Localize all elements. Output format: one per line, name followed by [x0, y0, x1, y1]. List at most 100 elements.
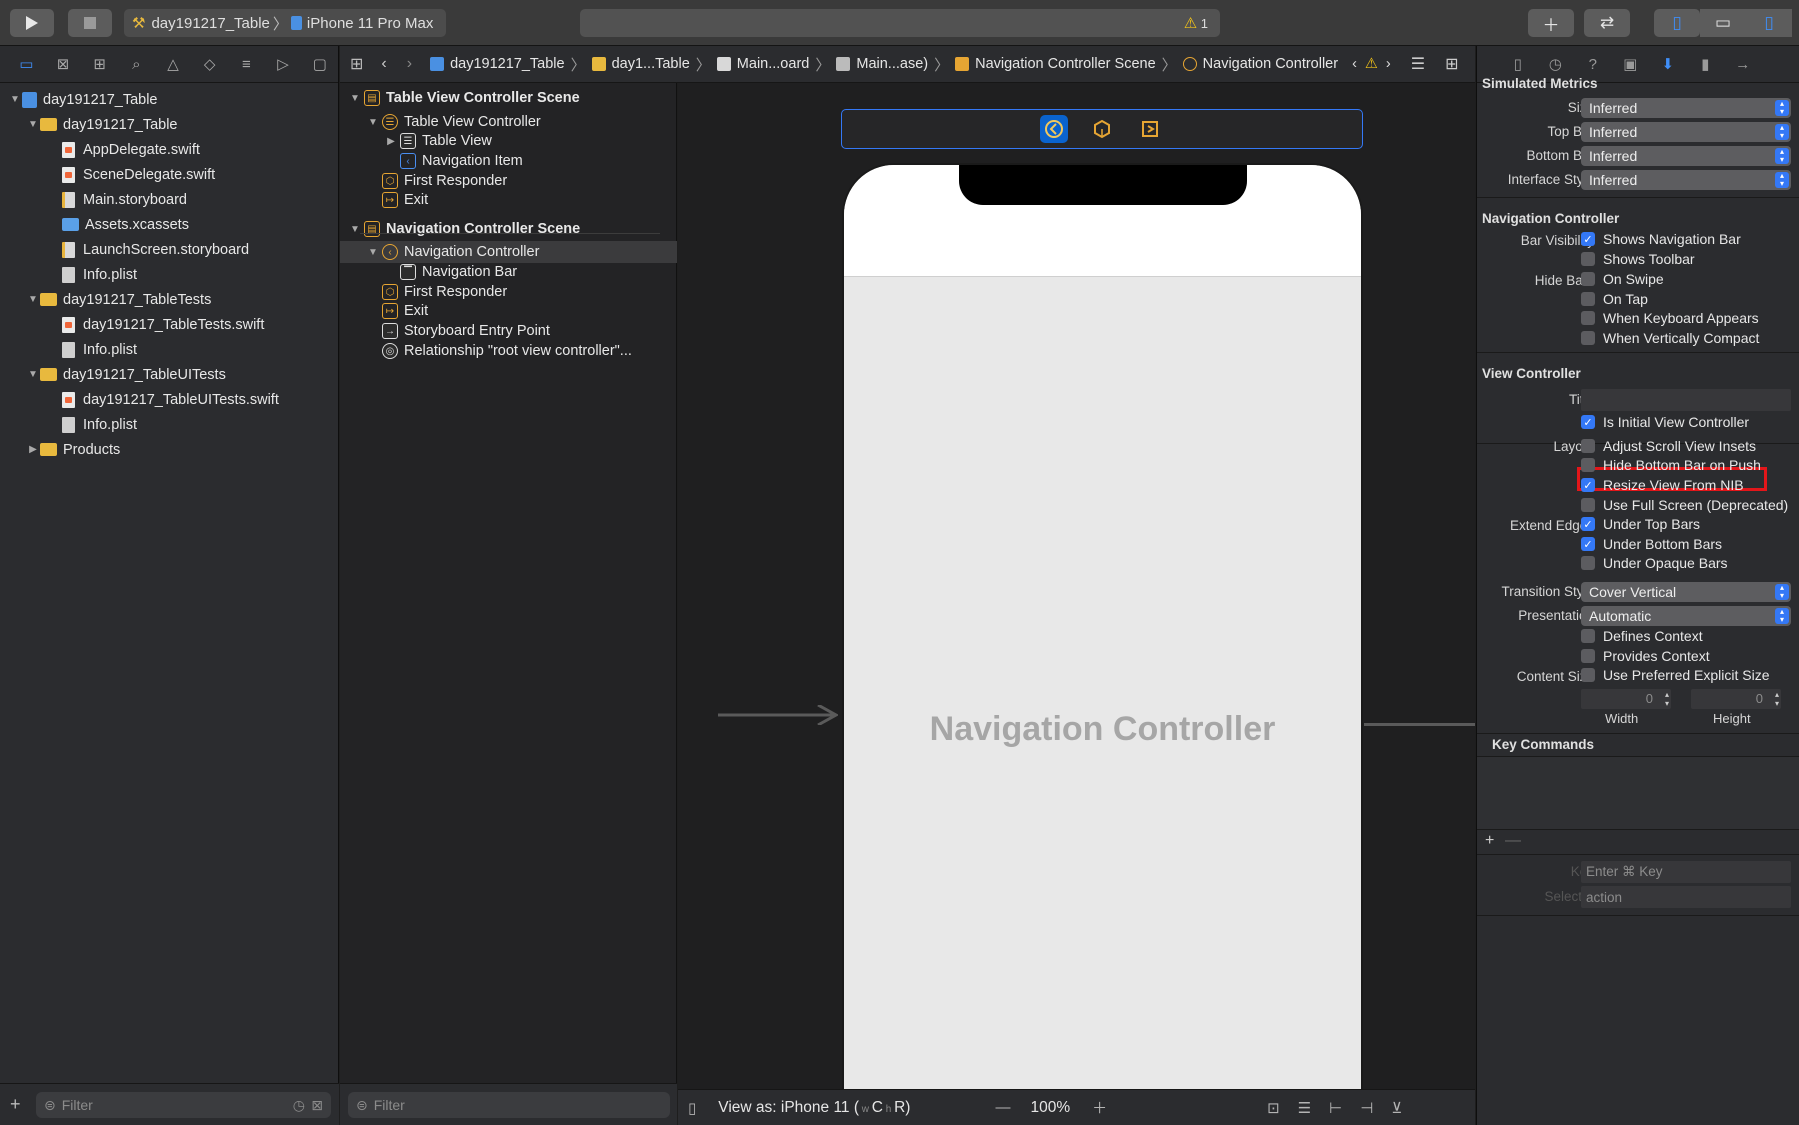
checkbox-when-vertically-compact[interactable]: When Vertically Compact — [1581, 330, 1759, 346]
zoom-out-icon[interactable]: — — [995, 1099, 1010, 1116]
add-editor-icon[interactable]: ⊞ — [1445, 54, 1458, 74]
breadcrumb-item[interactable]: day191217_Table — [430, 54, 565, 75]
width-stepper[interactable]: 0 ▴ ▾ — [1581, 689, 1671, 709]
file-tree-item[interactable]: Info.plist — [44, 262, 137, 287]
file-tree-item[interactable]: ▼ day191217_TableTests — [26, 287, 211, 312]
checkbox-adjust-scroll-view-insets[interactable]: Adjust Scroll View Insets — [1581, 438, 1756, 454]
navigation-controller-dock-icon[interactable] — [1040, 115, 1068, 143]
outline-item[interactable]: ↦ Exit — [364, 300, 428, 322]
resolve-issues-icon[interactable]: ⊻ — [1391, 1099, 1402, 1117]
key-field[interactable]: Enter ⌘ Key — [1581, 861, 1791, 883]
outline-item[interactable]: ◎ Relationship "root view controller"... — [364, 340, 632, 362]
outline-item[interactable]: ▼ ▤ Navigation Controller Scene — [346, 218, 580, 240]
checkbox-shows-navigation-bar[interactable]: ✓ Shows Navigation Bar — [1581, 231, 1741, 247]
file-tree-item[interactable]: Main.storyboard — [44, 187, 187, 212]
remove-key-command-icon[interactable]: — — [1505, 832, 1521, 850]
outline-item[interactable]: ▔ Navigation Bar — [382, 261, 517, 283]
report-icon[interactable]: ▢ — [301, 55, 338, 73]
back-icon[interactable]: ‹ — [381, 55, 386, 73]
disclosure-open-icon[interactable]: ▼ — [26, 369, 40, 380]
disclosure-open-icon[interactable]: ▼ — [8, 94, 22, 105]
exit-dock-icon[interactable] — [1136, 115, 1164, 143]
toggle-outline-icon[interactable]: ▯ — [688, 1099, 696, 1117]
checkbox-on-swipe[interactable]: On Swipe — [1581, 271, 1664, 287]
embed-in-stack-icon[interactable]: ☰ — [1298, 1099, 1311, 1117]
presentation-popup[interactable]: Automatic ▴ ▾ — [1581, 606, 1791, 626]
disclosure-open-icon[interactable]: ▼ — [346, 93, 364, 104]
history-inspector-icon[interactable]: ◷ — [1537, 55, 1575, 73]
next-issue-icon[interactable]: › — [1386, 56, 1391, 72]
storyboard-entry-arrow[interactable] — [718, 705, 838, 725]
warning-indicator[interactable]: ⚠ 1 — [1184, 14, 1208, 32]
checkbox-under-bottom-bars[interactable]: ✓ Under Bottom Bars — [1581, 536, 1722, 552]
iphone-frame[interactable]: Navigation Controller — [842, 163, 1363, 1089]
first-responder-dock-icon[interactable] — [1088, 115, 1116, 143]
checkbox-under-top-bars[interactable]: ✓ Under Top Bars — [1581, 516, 1700, 532]
identity-inspector-icon[interactable]: ▣ — [1612, 55, 1650, 73]
relationship-segue-line[interactable] — [1364, 723, 1475, 726]
search-icon[interactable]: ⌕ — [118, 56, 155, 73]
disclosure-open-icon[interactable]: ▼ — [364, 117, 382, 128]
breadcrumb-item[interactable]: Navigation Controller — [1182, 54, 1338, 75]
outline-item[interactable]: ▶ ☰ Table View — [382, 130, 492, 152]
add-file-icon[interactable]: + — [10, 1094, 21, 1115]
file-tree-item[interactable]: Info.plist — [44, 337, 137, 362]
file-tree-item[interactable]: day191217_TableTests.swift — [44, 312, 264, 337]
metric-popup[interactable]: Inferred ▴ ▾ — [1581, 146, 1791, 166]
toggle-inspector-button[interactable]: ▯ — [1746, 9, 1792, 37]
file-tree-item[interactable]: Assets.xcassets — [44, 212, 189, 237]
transition-style-popup[interactable]: Cover Vertical ▴ ▾ — [1581, 582, 1791, 602]
outline-item[interactable]: ▼ ‹ Navigation Controller — [340, 241, 677, 263]
disclosure-open-icon[interactable]: ▼ — [26, 294, 40, 305]
recent-filter-icon[interactable]: ◷ — [293, 1097, 305, 1114]
related-items-icon[interactable]: ⊞ — [350, 54, 363, 74]
test-icon[interactable]: ◇ — [191, 55, 228, 73]
file-tree-item[interactable]: AppDelegate.swift — [44, 137, 200, 162]
prev-issue-icon[interactable]: ‹ — [1352, 56, 1357, 72]
source-control-icon[interactable]: ⊠ — [45, 55, 82, 73]
zoom-level[interactable]: 100% — [1030, 1099, 1070, 1117]
checkbox-defines-context[interactable]: Defines Context — [1581, 628, 1703, 644]
outline-item[interactable]: → Storyboard Entry Point — [364, 320, 550, 342]
breadcrumb-item[interactable]: Main...oard — [716, 54, 809, 75]
storyboard-canvas[interactable]: Navigation Controller — [678, 83, 1475, 1089]
hierarchy-icon[interactable]: ⊞ — [81, 55, 118, 73]
metric-popup[interactable]: Inferred ▴ ▾ — [1581, 98, 1791, 118]
breadcrumb-item[interactable]: Navigation Controller Scene — [955, 54, 1156, 75]
file-tree-item[interactable]: LaunchScreen.storyboard — [44, 237, 249, 262]
file-tree-item[interactable]: ▼ day191217_Table — [26, 112, 177, 137]
use-preferred-explicit-size-checkbox[interactable]: Use Preferred Explicit Size — [1581, 667, 1770, 683]
selector-field[interactable]: action — [1581, 886, 1791, 908]
file-tree-item[interactable]: ▼ day191217_Table — [8, 87, 158, 112]
disclosure-closed-icon[interactable]: ▶ — [382, 136, 400, 147]
quick-help-icon[interactable]: ? — [1574, 56, 1612, 73]
height-stepper[interactable]: 0 ▴ ▾ — [1691, 689, 1781, 709]
stepper-arrows-icon[interactable]: ▴ ▾ — [1775, 690, 1779, 708]
editor-options-icon[interactable]: ☰ — [1411, 54, 1425, 74]
checkbox-shows-toolbar[interactable]: Shows Toolbar — [1581, 251, 1695, 267]
outline-item[interactable]: ▼ ▤ Table View Controller Scene — [346, 87, 580, 109]
scm-filter-icon[interactable]: ⊠ — [311, 1097, 323, 1114]
disclosure-open-icon[interactable]: ▼ — [364, 247, 382, 258]
connections-inspector-icon[interactable]: → — [1724, 56, 1762, 73]
toggle-navigator-button[interactable]: ▯ — [1654, 9, 1700, 37]
warning-icon[interactable]: ⚠ — [1365, 56, 1378, 72]
checkbox-when-keyboard-appears[interactable]: When Keyboard Appears — [1581, 310, 1759, 326]
outline-item[interactable]: ↦ Exit — [364, 189, 428, 211]
title-field[interactable] — [1581, 389, 1791, 411]
stepper-arrows-icon[interactable]: ▴ ▾ — [1665, 690, 1669, 708]
issue-icon[interactable]: △ — [155, 55, 192, 73]
scheme-selector[interactable]: ⚒ day191217_Table 〉 iPhone 11 Pro Max — [124, 9, 446, 37]
toggle-debug-area-button[interactable]: ▭ — [1700, 9, 1746, 37]
outline-filter-field[interactable]: ⊜ Filter — [348, 1092, 670, 1118]
breadcrumb-item[interactable]: day1...Table — [591, 54, 690, 75]
code-review-button[interactable]: ⇄ — [1584, 9, 1630, 37]
checkbox-provides-context[interactable]: Provides Context — [1581, 648, 1710, 664]
file-tree-item[interactable]: SceneDelegate.swift — [44, 162, 215, 187]
folder-icon[interactable]: ▭ — [8, 55, 45, 73]
library-button[interactable]: ＋ — [1528, 9, 1574, 37]
add-constraints-icon[interactable]: ⊣ — [1360, 1099, 1373, 1117]
key-commands-table[interactable] — [1477, 757, 1799, 829]
outline-item[interactable]: ‹ Navigation Item — [382, 150, 523, 172]
device-config-button[interactable]: View as: iPhone 11 ( w C h R) — [718, 1099, 910, 1117]
